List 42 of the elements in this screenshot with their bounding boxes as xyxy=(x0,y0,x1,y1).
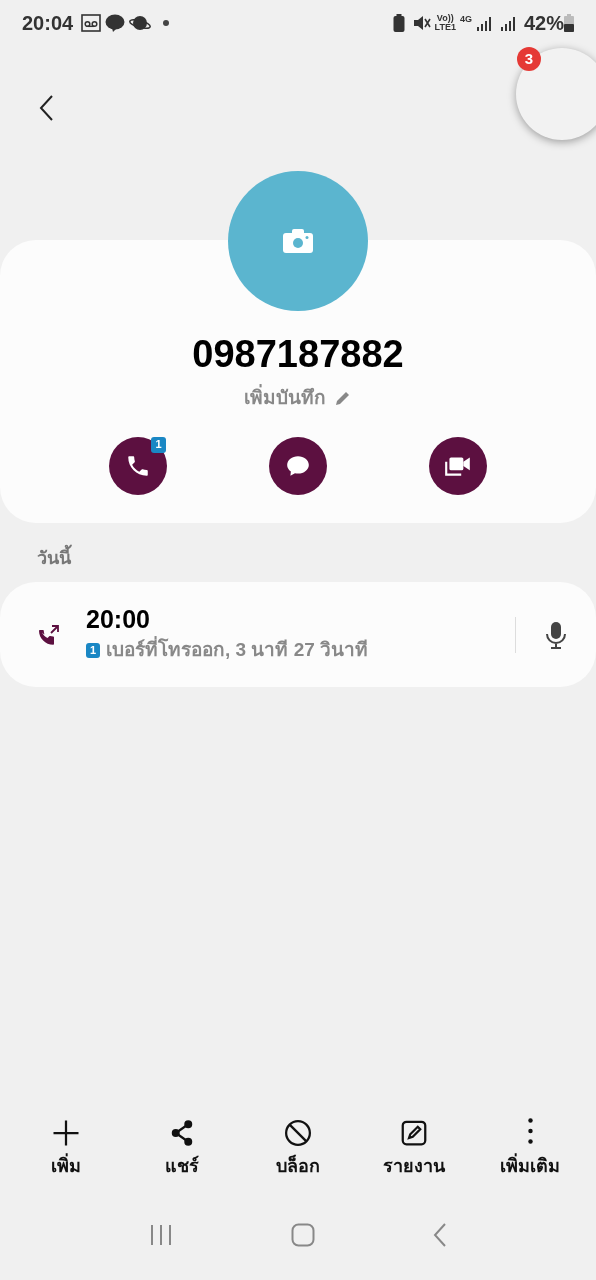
back-icon[interactable] xyxy=(433,1223,447,1247)
call-detail: เบอร์ที่โทรออก, 3 นาที 27 วินาที xyxy=(106,636,369,665)
toolbar-button[interactable]: เพิ่มเติม xyxy=(475,1118,585,1180)
battery-percent: 42% xyxy=(523,10,564,36)
edit-icon xyxy=(399,1118,429,1148)
recording-button[interactable] xyxy=(544,619,568,650)
lte-label: LTE1 xyxy=(434,22,456,32)
message-button[interactable] xyxy=(269,436,327,495)
block-icon xyxy=(283,1118,313,1148)
plus-icon xyxy=(51,1118,81,1148)
toolbar-button[interactable]: รายงาน xyxy=(359,1118,469,1180)
recent-apps-icon[interactable] xyxy=(149,1224,173,1246)
call-log-item[interactable]: 20:00 1 เบอร์ที่โทรออก, 3 นาที 27 วินาที xyxy=(0,582,596,687)
network-label: 4G xyxy=(459,13,472,26)
mute-icon xyxy=(412,13,431,32)
pencil-icon xyxy=(334,389,352,408)
signal-icon xyxy=(475,14,492,31)
battery-icon xyxy=(564,13,574,32)
video-call-button[interactable] xyxy=(429,436,487,495)
status-time: 20:04 xyxy=(22,10,74,36)
microphone-icon xyxy=(545,620,567,649)
call-button[interactable]: 1 xyxy=(109,436,167,495)
volte-label: Vo)) xyxy=(436,13,454,23)
toolbar-button[interactable]: บล็อก xyxy=(243,1118,353,1180)
call-time: 20:00 xyxy=(86,604,151,635)
toolbar-button[interactable]: เพิ่ม xyxy=(11,1118,121,1180)
chat-bubble-icon xyxy=(105,13,126,32)
phone-number: 0987187882 xyxy=(192,332,404,376)
planet-icon xyxy=(129,13,152,32)
floating-bubble[interactable] xyxy=(516,48,596,140)
back-icon xyxy=(38,94,54,122)
sim-badge: 1 xyxy=(86,643,100,658)
toolbar-button[interactable]: แชร์ xyxy=(127,1118,237,1180)
sim-badge: 1 xyxy=(151,436,166,453)
section-label: วันนี้ xyxy=(37,545,596,572)
home-icon[interactable] xyxy=(291,1223,315,1247)
more-icon xyxy=(527,1118,533,1144)
signal-icon xyxy=(499,14,516,31)
voicemail-icon xyxy=(81,13,102,32)
outgoing-call-icon xyxy=(37,622,61,647)
camera-icon xyxy=(283,229,313,253)
notification-badge: 3 xyxy=(517,47,541,71)
